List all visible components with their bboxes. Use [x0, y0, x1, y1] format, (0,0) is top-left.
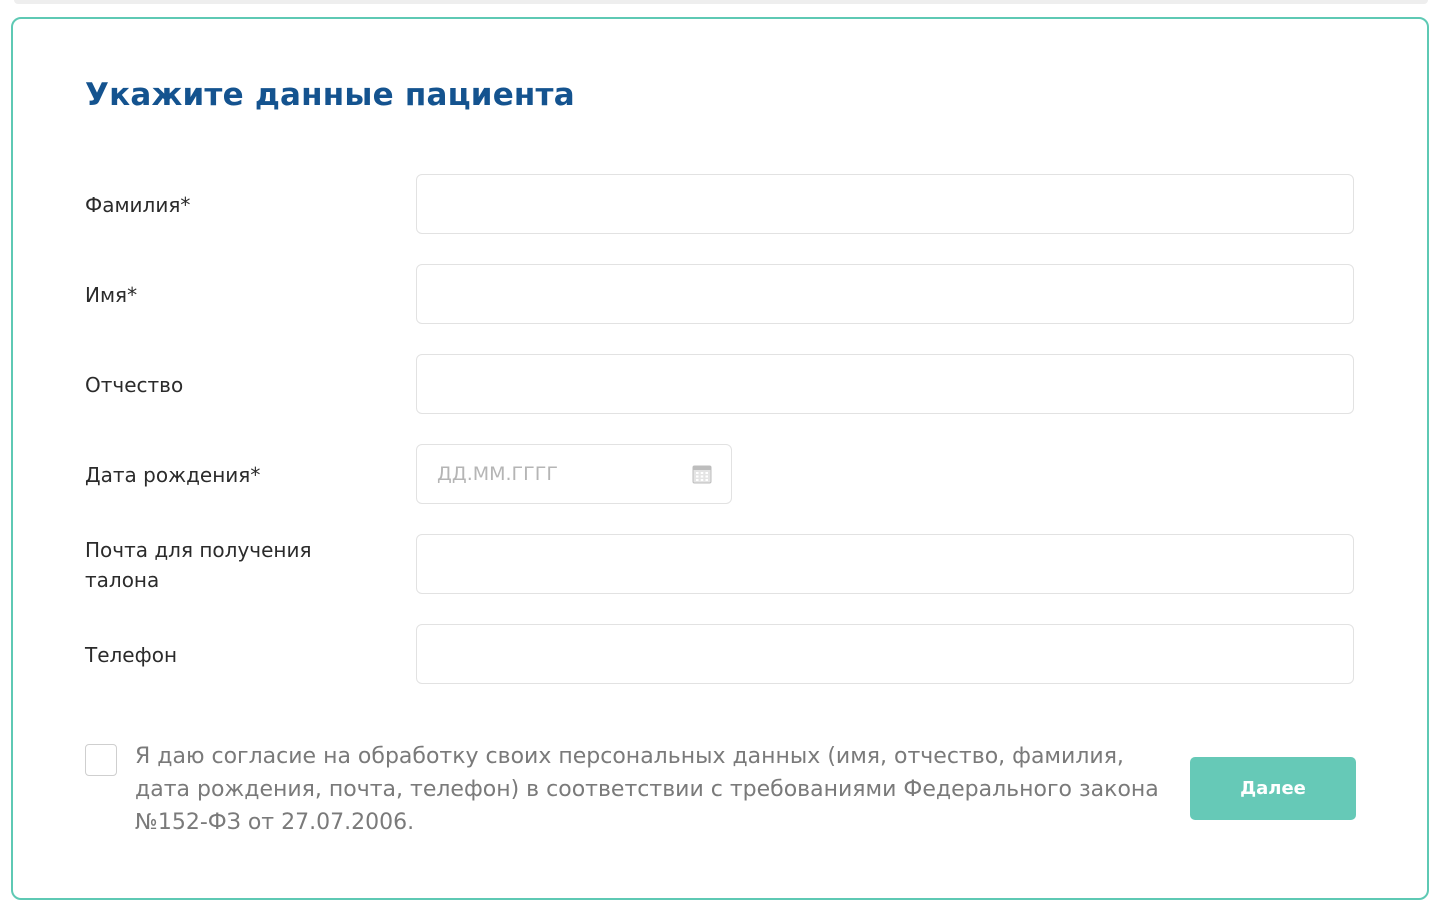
- surname-input[interactable]: [416, 174, 1354, 234]
- previous-card-edge: [14, 0, 1428, 4]
- name-label: Имя*: [85, 283, 138, 307]
- birthdate-placeholder: ДД.ММ.ГГГГ: [437, 463, 558, 485]
- surname-label: Фамилия*: [85, 193, 191, 217]
- birthdate-input[interactable]: ДД.ММ.ГГГГ: [416, 444, 732, 504]
- field-row-surname: Фамилия*: [85, 174, 1357, 236]
- phone-input[interactable]: [416, 624, 1354, 684]
- email-label: Почта для получения талона: [85, 538, 312, 592]
- field-row-email: Почта для получения талона: [85, 534, 1357, 596]
- consent-text: Я даю согласие на обработку своих персон…: [135, 744, 1159, 835]
- patronymic-input[interactable]: [416, 354, 1354, 414]
- field-row-name: Имя*: [85, 264, 1357, 326]
- field-row-birthdate: Дата рождения* ДД.ММ.ГГГГ: [85, 444, 1357, 506]
- field-row-patronymic: Отчество: [85, 354, 1357, 416]
- next-button[interactable]: Далее: [1190, 757, 1356, 820]
- form-title: Укажите данные пациента: [85, 77, 575, 113]
- consent-checkbox[interactable]: [85, 744, 117, 776]
- patronymic-label: Отчество: [85, 373, 184, 397]
- name-input[interactable]: [416, 264, 1354, 324]
- birthdate-label: Дата рождения*: [85, 463, 261, 487]
- calendar-icon[interactable]: [692, 464, 712, 484]
- field-row-phone: Телефон: [85, 624, 1357, 686]
- phone-label: Телефон: [85, 643, 178, 667]
- patient-form-card: Укажите данные пациента Фамилия* Имя* От…: [11, 17, 1429, 900]
- email-input[interactable]: [416, 534, 1354, 594]
